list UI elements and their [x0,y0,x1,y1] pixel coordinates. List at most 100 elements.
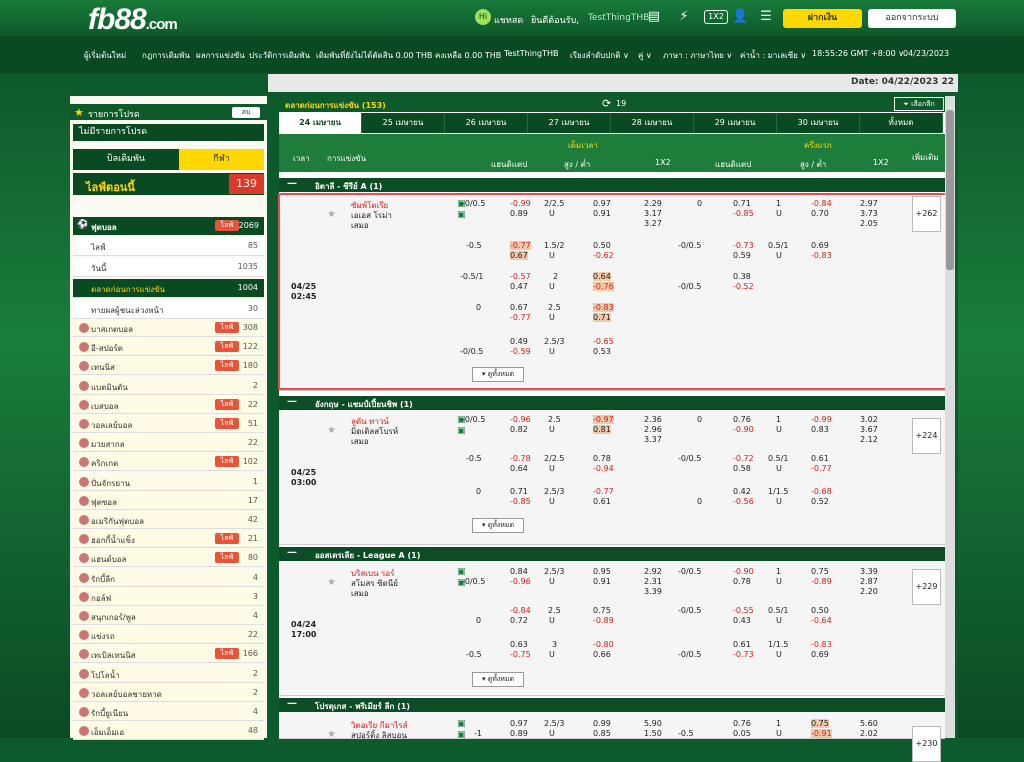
odds-cell[interactable]: -0/0.5 [462,577,485,586]
sport-row[interactable]: แข่งรถ 22 [73,626,264,645]
odds-cell[interactable]: U [776,616,782,625]
odds-cell[interactable]: 2.5/3 [544,567,565,576]
odds-cell[interactable]: 0.71 [510,487,528,496]
nav-beginner[interactable]: ผู้เริ่มต้นใหม่ [84,49,126,62]
odds-cell[interactable]: 0.89 [510,729,528,738]
odds-cell[interactable]: -0/0.5 [678,454,701,463]
odds-cell[interactable]: -0.96 [510,415,531,424]
odds-cell[interactable]: 2.12 [860,435,878,444]
odds-cell[interactable]: 0.42 [733,487,751,496]
odds-cell[interactable]: 0.91 [593,577,611,586]
odds-cell[interactable]: 0.69 [811,650,829,659]
show-all-button[interactable]: ▾ ดูทั้งหมด [472,518,524,533]
away-team[interactable]: สปอร์ติ้ง ลิสบอน [351,729,407,742]
odds-cell[interactable]: 3 [552,640,557,649]
odds-cell[interactable]: 0.72 [510,616,528,625]
date-tab[interactable]: 27 เมษายน [528,113,611,133]
odds-cell[interactable]: 2.5 [548,415,561,424]
odds-cell[interactable]: U [776,497,782,506]
sport-row[interactable]: แฮนด์บอล ไลฟ์ 80 [73,549,264,568]
odds-cell[interactable]: -0/0.5 [462,415,485,424]
submenu-item[interactable]: วันนี้ 1035 [73,258,264,277]
odds-cell[interactable]: 2.02 [860,729,878,738]
collapse-icon[interactable]: — [287,547,297,558]
odds-cell[interactable]: U [776,425,782,434]
flash-icon[interactable]: ⚡ [676,9,692,25]
favorite-star-icon[interactable]: ★ [327,425,336,436]
odds-cell[interactable]: U [776,729,782,738]
odds-cell[interactable]: -0.89 [593,616,614,625]
collapse-icon[interactable]: — [287,698,297,709]
odds-cell[interactable]: 1/1.5 [768,640,789,649]
nav-language[interactable]: ภาษา : ภาษาไทย ∨ [663,49,732,62]
odds-cell[interactable]: 1/1.5 [768,487,789,496]
odds-cell[interactable]: 0.95 [593,567,611,576]
odds-cell[interactable]: 3.39 [860,567,878,576]
odds-cell[interactable]: -0.78 [510,454,531,463]
date-tab[interactable]: ทั้งหมด [860,113,943,133]
odds-cell[interactable]: 2.36 [644,415,662,424]
odds-cell[interactable]: 0.66 [593,650,611,659]
delete-favorites-button[interactable]: ลบ [232,107,260,118]
odds-cell[interactable]: 2/2.5 [544,454,565,463]
odds-cell[interactable]: 0.43 [733,616,751,625]
odds-cell[interactable]: 0.52 [811,497,829,506]
more-markets-button[interactable]: +229 [912,569,941,605]
submenu-item[interactable]: ตลาดก่อนการแข่งขัน 1004 [73,279,264,298]
odds-cell[interactable]: 0.83 [811,425,829,434]
odds-cell[interactable]: 0.05 [733,729,751,738]
sport-row[interactable]: วอลเลย์บอลชายหาด 2 [73,683,264,702]
lineup-icon[interactable]: ▣ [457,426,466,436]
select-league-button[interactable]: ⏷ เลือกลีก [894,97,944,111]
sport-row[interactable]: บาสเกตบอล ไลฟ์ 308 [73,319,264,337]
odds-cell[interactable]: 3.37 [644,435,662,444]
odds-cell[interactable]: 2.92 [644,567,662,576]
odds-cell[interactable]: 0.76 [733,415,751,424]
odds-cell[interactable]: -0.5 [466,454,482,463]
sport-row[interactable]: เทเบิลเทนนิส ไลฟ์ 166 [73,645,264,664]
odds-cell[interactable]: 3.39 [644,587,662,596]
odds-cell[interactable]: 0.81 [593,425,611,434]
odds-cell[interactable]: U [549,425,555,434]
sport-row[interactable]: กอล์ฟ 3 [73,587,264,606]
betslip-tab[interactable]: บิลเดิมพัน [73,149,179,170]
show-all-button[interactable]: ▾ ดูทั้งหมด [472,672,524,687]
odds-cell[interactable]: -0.83 [811,640,832,649]
odds-cell[interactable]: 0.76 [733,719,751,728]
scrollbar-thumb[interactable] [946,110,954,270]
football-row[interactable]: ⚽ ฟุตบอล ไลฟ์ 2069 [73,217,264,235]
sport-row[interactable]: ปั่นจักรยาน 1 [73,472,264,491]
wallet-icon[interactable]: ▤ [646,9,662,25]
sport-row[interactable]: เทนนิส ไลฟ์ 180 [73,357,264,376]
league-header[interactable]: — อิตาลี - ซีรีย์ A (1) [279,178,945,192]
odds-cell[interactable]: -0.85 [510,497,531,506]
odds-cell[interactable]: -0/0.5 [678,606,701,615]
odds-cell[interactable]: U [776,464,782,473]
odds-cell[interactable]: 1.50 [644,729,662,738]
odds-cell[interactable]: 2.5 [548,606,561,615]
odds-cell[interactable]: 0.84 [510,567,528,576]
odds-cell[interactable]: 2.5/3 [544,487,565,496]
odds-cell[interactable]: 0 [476,487,481,496]
odds-cell[interactable]: 1 [776,719,781,728]
collapse-icon[interactable]: — [287,178,297,189]
odds-cell[interactable]: 0.5/1 [768,454,789,463]
sport-row[interactable]: โปโลน้ำ 2 [73,664,264,683]
stats-icon[interactable]: ▣ [457,567,466,577]
odds-cell[interactable]: 5.60 [860,719,878,728]
odds-cell[interactable]: -0.90 [733,425,754,434]
submenu-item[interactable]: ไลฟ์ 85 [73,237,264,256]
sport-row[interactable]: มวยสากล 22 [73,434,264,453]
odds-cell[interactable]: -0.5 [466,650,482,659]
odds-cell[interactable]: -0.55 [733,606,754,615]
odds-cell[interactable]: 0.61 [593,497,611,506]
odds-cell[interactable]: 0 [697,415,702,424]
odds-cell[interactable]: 0.61 [811,454,829,463]
date-tab[interactable]: 24 เมษายน [279,113,362,133]
odds-cell[interactable]: 0.61 [733,640,751,649]
site-logo[interactable]: fb88.com [88,3,178,37]
sport-row[interactable]: แบดมินตัน 2 [73,376,264,395]
odds-cell[interactable]: -1 [474,729,482,738]
odds-cell[interactable]: 0.99 [593,719,611,728]
date-tab[interactable]: 28 เมษายน [611,113,694,133]
